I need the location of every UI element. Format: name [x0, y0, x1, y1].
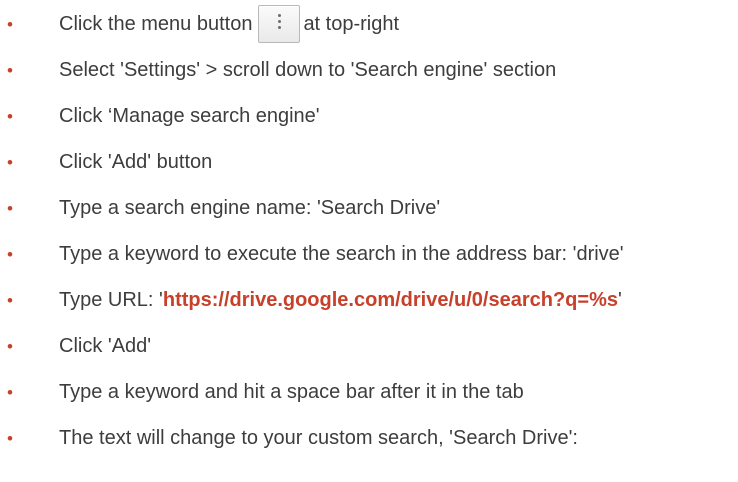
menu-kebab-icon [277, 13, 281, 29]
step-text: Type a keyword and hit a space bar after… [59, 381, 524, 403]
bullet: • [7, 14, 13, 34]
step-text-before: Click the menu button [59, 13, 253, 35]
bullet: • [7, 106, 13, 126]
step-text: Type URL: ' https://drive.google.com/dri… [59, 290, 622, 310]
step-text: Click 'Add' [59, 335, 152, 357]
bullet: • [7, 60, 13, 80]
step-text: Click 'Add' button [59, 151, 213, 173]
search-url: https://drive.google.com/drive/u/0/searc… [162, 289, 618, 311]
step-text-before: Type URL: ' [59, 289, 163, 311]
step-text-after: at top-right [303, 13, 400, 35]
bullet: • [7, 198, 13, 218]
step-text: Select 'Settings' > scroll down to 'Sear… [59, 59, 557, 81]
step-text: Type a keyword to execute the search in … [59, 243, 624, 265]
step-text: The text will change to your custom sear… [59, 427, 578, 449]
step-text-after: ' [617, 289, 622, 311]
step-text: Type a search engine name: 'Search Drive… [59, 197, 441, 219]
bullet: • [7, 290, 13, 310]
menu-button-illustration [258, 5, 301, 43]
step-text: Click ‘Manage search engine' [59, 105, 320, 127]
bullet: • [7, 152, 13, 172]
bullet: • [7, 336, 13, 356]
step-text: Click the menu button at top-right [59, 5, 399, 43]
bullet: • [7, 382, 13, 402]
bullet: • [7, 244, 13, 264]
bullet: • [7, 428, 13, 448]
